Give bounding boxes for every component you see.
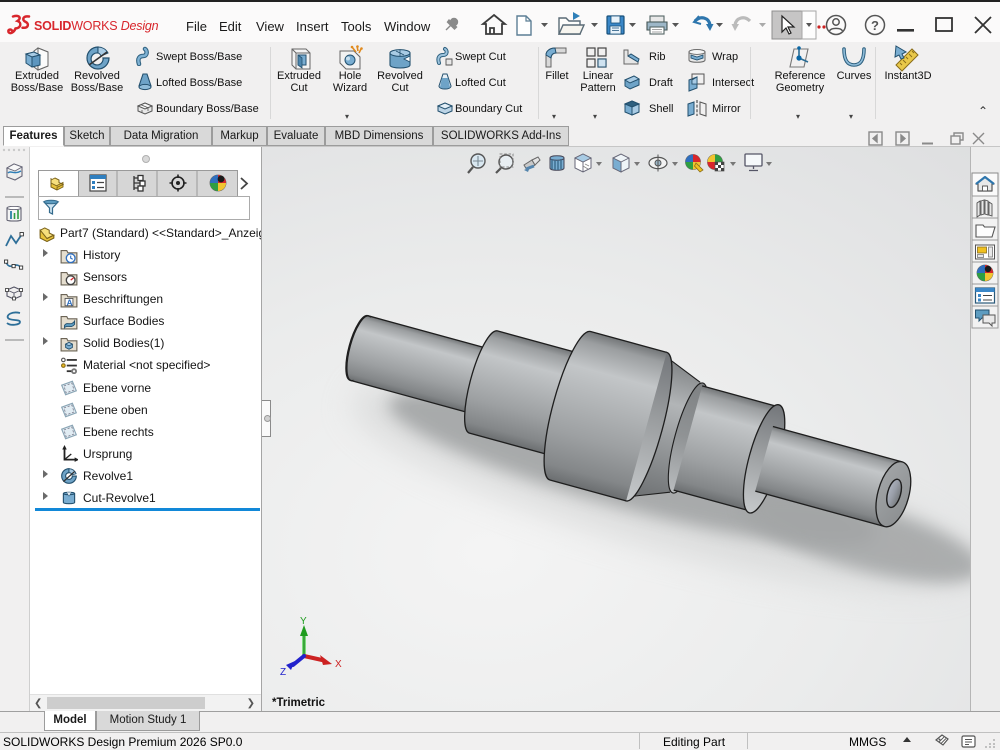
svg-text:SOLIDWORKS Design: SOLIDWORKS Design (34, 19, 159, 33)
svg-text:?: ? (871, 18, 879, 33)
svg-text:X: X (335, 659, 342, 670)
svg-text:Z: Z (280, 667, 286, 678)
svg-text:Y: Y (300, 616, 307, 627)
svg-text:A: A (67, 297, 73, 307)
